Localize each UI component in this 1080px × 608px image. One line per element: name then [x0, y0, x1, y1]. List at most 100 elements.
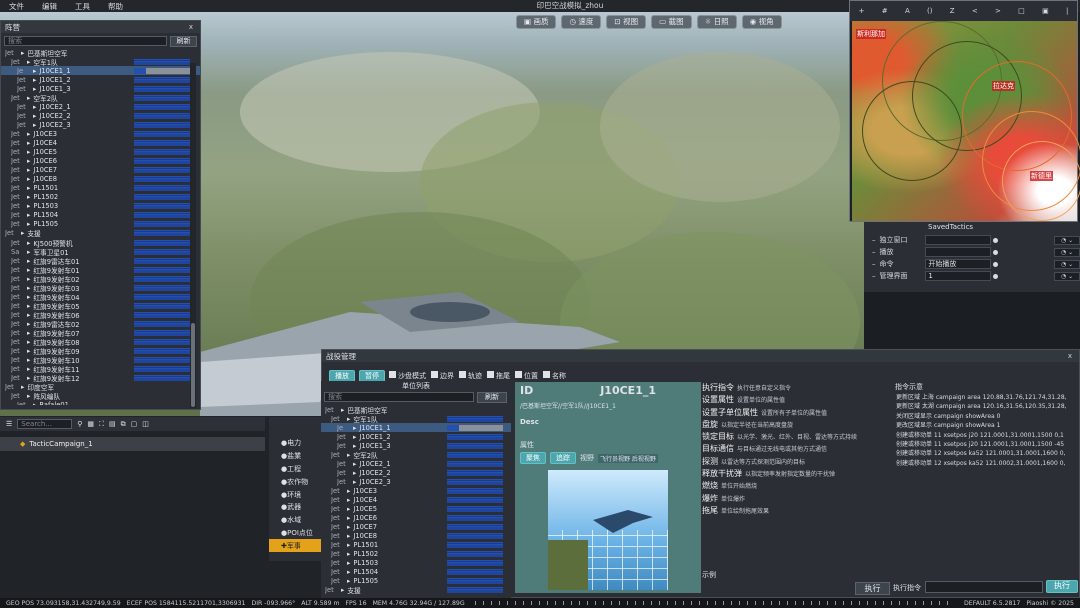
expand-icon[interactable]: ▸	[347, 577, 350, 585]
expand-icon[interactable]: ▸	[33, 401, 36, 405]
expand-icon[interactable]: ▸	[347, 415, 350, 423]
view-button[interactable]: ⊡ 视图	[606, 15, 647, 29]
tree-row[interactable]: Jet ▸ 支援	[321, 586, 511, 595]
speed-button[interactable]: ◷ 速度	[561, 15, 602, 29]
minimap-tool-button[interactable]: >	[995, 7, 1001, 15]
slider-handle[interactable]	[993, 261, 999, 267]
prop-value[interactable]	[925, 235, 992, 245]
tree-row[interactable]: Jet ▸ J10CE7	[1, 166, 200, 175]
command-item[interactable]: 释放干扰弹 以指定频率发射指定数量的干扰弹	[702, 468, 890, 480]
expand-icon[interactable]: ▸	[27, 157, 30, 165]
tree-row[interactable]: Jet ▸ PL1501	[321, 541, 511, 550]
expand-icon[interactable]: ▸	[27, 193, 30, 201]
expand-icon[interactable]: ▸	[347, 559, 350, 567]
filter-icon[interactable]: ⚲	[77, 420, 82, 428]
command-item[interactable]: 拖尾 单位绘制拖尾效果	[702, 505, 890, 517]
minimap-tool-button[interactable]: ()	[927, 7, 932, 15]
tree-row[interactable]: Jet ▸ 红旗9发射车08	[1, 338, 200, 347]
film-icon[interactable]: ▤	[109, 420, 116, 428]
expand-icon[interactable]: ▸	[27, 139, 30, 147]
expand-icon[interactable]: ▸	[33, 76, 36, 84]
command-item[interactable]: 燃烧 单位开始燃烧	[702, 480, 890, 492]
minimap-tool-button[interactable]: <	[972, 7, 978, 15]
expand-icon[interactable]: ▸	[27, 320, 30, 328]
tree-row[interactable]: Jet ▸ 空军2队	[1, 93, 200, 103]
tree-row[interactable]: Jet ▸ J10CE8	[321, 532, 511, 541]
tree-row[interactable]: Jet ▸ 红旗9发射车07	[1, 328, 200, 338]
expand-icon[interactable]: ▸	[27, 293, 30, 301]
expand-icon[interactable]: ▸	[341, 406, 344, 414]
expand-icon[interactable]: ▸	[27, 338, 30, 346]
command-item[interactable]: 目标通信 与目标通过无线电或其他方式通信	[702, 443, 890, 455]
minimap-tool-button[interactable]: Z	[950, 7, 955, 15]
tree-row[interactable]: Jet ▸ PL1501	[1, 184, 200, 193]
hint-item[interactable]: 创建或移动单 11 xsetpos j20 121.0001,31.0001,1…	[893, 431, 1080, 440]
command-item[interactable]: 爆炸 单位爆炸	[702, 493, 890, 505]
timeline[interactable]	[474, 601, 949, 605]
checkbox-icon[interactable]	[487, 371, 494, 378]
checkbox-icon[interactable]	[431, 371, 438, 378]
hint-item[interactable]: 创建或移动单 12 xsetpos ka52 121.0001,31.0001,…	[893, 449, 1080, 458]
expand-icon[interactable]: ▸	[27, 302, 30, 310]
expand-icon[interactable]: ▸	[27, 184, 30, 192]
expand-icon[interactable]: ▸	[341, 586, 344, 594]
expand-icon[interactable]: ▸	[27, 275, 30, 283]
tree-row[interactable]: Jet ▸ 空军1队	[321, 414, 511, 424]
hint-item[interactable]: 更新区域 太湖 campaign area 120.16,31.56,120.3…	[893, 402, 1080, 411]
frame-icon[interactable]: ▢	[131, 420, 138, 428]
tree-row[interactable]: Jet ▸ J10CE4	[321, 495, 511, 504]
expand-icon[interactable]: ▸	[33, 121, 36, 129]
prop-value[interactable]: 1	[925, 271, 992, 281]
tree-row[interactable]: Jet ▸ 红旗9发射车03	[1, 283, 200, 293]
expand-icon[interactable]: ▸	[27, 148, 30, 156]
expand-icon[interactable]: ▸	[27, 392, 30, 400]
fit-icon[interactable]: ⛶	[99, 420, 104, 429]
expand-icon[interactable]: ▸	[27, 130, 30, 138]
toggle-checkbox[interactable]: 沙盘模式	[389, 371, 426, 381]
minimap-tool-button[interactable]: +	[859, 7, 865, 15]
prop-value[interactable]	[925, 247, 992, 257]
tree-row[interactable]: Jet ▸ J10CE3	[1, 129, 200, 138]
hint-item[interactable]: 关闭区域显示 campaign showArea 0	[893, 412, 1080, 421]
checkbox-icon[interactable]	[389, 371, 396, 378]
tree-row[interactable]: Jet ▸ KJ500预警机	[1, 238, 200, 248]
grid-icon[interactable]: ▦	[87, 420, 94, 428]
expand-icon[interactable]: ▸	[21, 229, 24, 237]
tree-row[interactable]: Jet ▸ 红旗9雷达车01	[1, 256, 200, 266]
tree-row[interactable]: Jet ▸ PL1502	[321, 550, 511, 559]
tree-row[interactable]: Jet ▸ 红旗9发射车02	[1, 274, 200, 284]
expand-icon[interactable]: ▸	[33, 67, 36, 75]
tree-row[interactable]: Jet ▸ PL1503	[1, 202, 200, 211]
command-item[interactable]: 设置子单位属性 设置所有子单位的属性值	[702, 407, 890, 419]
campaign-item[interactable]: ◆ TacticCampaign_1	[0, 437, 265, 451]
category-item[interactable]: ✚ 军事	[269, 539, 321, 553]
command-item[interactable]: 设置属性 设置单位的属性值	[702, 394, 890, 406]
expand-icon[interactable]: ▸	[27, 347, 30, 355]
follow-button[interactable]: 追踪	[550, 452, 576, 464]
tree-row[interactable]: Jet ▸ 红旗9发射车05	[1, 301, 200, 311]
expand-icon[interactable]: ▸	[353, 478, 356, 486]
minimap-map[interactable]: 斯利那加 拉达克 新德里	[852, 21, 1080, 221]
exec-button[interactable]: 执行	[855, 582, 890, 595]
expand-icon[interactable]: ▸	[347, 532, 350, 540]
tree-row[interactable]: Jet ▸ 巴基斯坦空军	[1, 48, 200, 58]
tree-row[interactable]: Jet ▸ J10CE4	[1, 138, 200, 147]
tree-row[interactable]: Jet ▸ PL1502	[1, 193, 200, 202]
tree-row[interactable]: Jet ▸ J10CE2_1	[321, 459, 511, 468]
menu-file[interactable]: 文件	[0, 1, 33, 12]
command-item[interactable]: 探测 以雷达等方式探测范围内的目标	[702, 456, 890, 468]
category-item[interactable]: ● 盐業	[269, 450, 321, 463]
expand-icon[interactable]: ▸	[353, 424, 356, 432]
expand-icon[interactable]: ▸	[27, 329, 30, 337]
tree-row[interactable]: Jet ▸ J10CE2_3	[321, 477, 511, 486]
expand-icon[interactable]: ▸	[27, 248, 30, 256]
menu-edit[interactable]: 编辑	[33, 1, 66, 12]
prop-control[interactable]: ◔ ⌄	[1054, 271, 1080, 281]
minimap-tool-button[interactable]: #	[882, 7, 888, 15]
tree-row[interactable]: Jet ▸ J10CE1_2	[1, 75, 200, 84]
exec-command-button[interactable]: 执行	[1046, 580, 1078, 593]
tree-row[interactable]: Jet ▸ PL1504	[1, 211, 200, 220]
unit-search-input[interactable]: 搜索	[324, 392, 474, 402]
copy-icon[interactable]: ⧉	[121, 420, 126, 429]
checkbox-icon[interactable]	[543, 371, 550, 378]
